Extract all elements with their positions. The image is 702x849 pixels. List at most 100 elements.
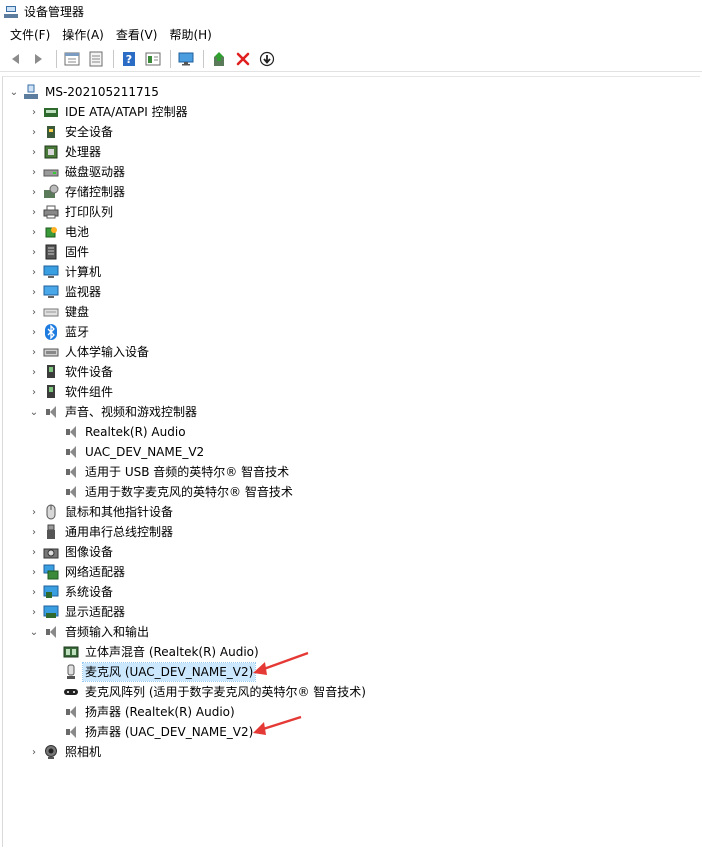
tree-category[interactable]: › 网络适配器 xyxy=(27,562,127,582)
chevron-right-icon[interactable]: › xyxy=(27,582,41,602)
tree-device-label: UAC_DEV_NAME_V2 xyxy=(85,445,205,459)
tree-category[interactable]: › IDE ATA/ATAPI 控制器 xyxy=(27,102,190,122)
properties-icon[interactable] xyxy=(61,48,83,70)
tree-category[interactable]: › 磁盘驱动器 xyxy=(27,162,127,182)
view-icon[interactable] xyxy=(142,48,164,70)
chevron-right-icon[interactable]: › xyxy=(27,502,41,522)
forward-icon[interactable] xyxy=(28,48,50,70)
tree-device[interactable]: 扬声器 (Realtek(R) Audio) xyxy=(61,702,237,722)
tree-category-label: 键盘 xyxy=(65,305,90,319)
webcam-icon xyxy=(43,744,59,760)
chevron-right-icon[interactable]: › xyxy=(27,222,41,242)
tree-category[interactable]: › 软件组件 xyxy=(27,382,115,402)
tree-category[interactable]: › 照相机 xyxy=(27,742,103,762)
arrow-speaker xyxy=(253,715,302,735)
tree-category-label: 网络适配器 xyxy=(65,565,126,579)
tree-category-label: 显示适配器 xyxy=(65,605,126,619)
chevron-right-icon[interactable]: › xyxy=(27,242,41,262)
chevron-right-icon[interactable]: › xyxy=(27,522,41,542)
tree-category[interactable]: › 固件 xyxy=(27,242,91,262)
tree-device[interactable]: 立体声混音 (Realtek(R) Audio) xyxy=(61,642,261,662)
monitor-icon[interactable] xyxy=(175,48,197,70)
help-icon[interactable]: ? xyxy=(118,48,140,70)
tree-device[interactable]: 适用于 USB 音频的英特尔® 智音技术 xyxy=(61,462,291,482)
chevron-right-icon[interactable]: › xyxy=(27,362,41,382)
keyboard-icon xyxy=(43,304,59,320)
menu-action[interactable]: 操作(A) xyxy=(56,25,110,45)
network-adapter-icon xyxy=(43,564,59,580)
tree-category[interactable]: › 处理器 xyxy=(27,142,103,162)
chevron-down-icon[interactable]: ⌄ xyxy=(7,82,21,102)
tree-device-label: 扬声器 (Realtek(R) Audio) xyxy=(85,705,235,719)
chevron-right-icon[interactable]: › xyxy=(27,202,41,222)
tree-category-label: 打印队列 xyxy=(65,205,114,219)
tree-category-label: 处理器 xyxy=(65,145,102,159)
tree-category-label: 磁盘驱动器 xyxy=(65,165,126,179)
chevron-right-icon[interactable]: › xyxy=(27,342,41,362)
menu-bar: 文件(F) 操作(A) 查看(V) 帮助(H) xyxy=(0,24,702,46)
disable-icon[interactable] xyxy=(256,48,278,70)
tree-category[interactable]: › 打印队列 xyxy=(27,202,115,222)
window-title: 设备管理器 xyxy=(24,5,85,19)
chevron-right-icon[interactable]: › xyxy=(27,282,41,302)
tree-device[interactable]: 适用于数字麦克风的英特尔® 智音技术 xyxy=(61,482,295,502)
chevron-right-icon[interactable]: › xyxy=(27,102,41,122)
chevron-down-icon[interactable]: ⌄ xyxy=(27,622,41,642)
menu-help[interactable]: 帮助(H) xyxy=(163,25,217,45)
tree-category[interactable]: › 计算机 xyxy=(27,262,103,282)
update-driver-icon[interactable] xyxy=(208,48,230,70)
speaker-icon xyxy=(63,424,79,440)
chevron-right-icon[interactable]: › xyxy=(27,382,41,402)
tree-category[interactable]: › 系统设备 xyxy=(27,582,115,602)
tree-device[interactable]: UAC_DEV_NAME_V2 xyxy=(61,442,206,462)
chevron-right-icon[interactable]: › xyxy=(27,302,41,322)
tree-category[interactable]: › 安全设备 xyxy=(27,122,115,142)
tree-category[interactable]: › 人体学输入设备 xyxy=(27,342,151,362)
tree-category-label: 存储控制器 xyxy=(65,185,126,199)
speaker-icon xyxy=(63,724,79,740)
uninstall-icon[interactable] xyxy=(232,48,254,70)
tree-category[interactable]: › 键盘 xyxy=(27,302,91,322)
tree-category[interactable]: › 存储控制器 xyxy=(27,182,127,202)
chevron-right-icon[interactable]: › xyxy=(27,262,41,282)
tree-category[interactable]: › 显示适配器 xyxy=(27,602,127,622)
chevron-right-icon[interactable]: › xyxy=(27,562,41,582)
menu-view[interactable]: 查看(V) xyxy=(110,25,164,45)
mouse-icon xyxy=(43,504,59,520)
chevron-right-icon[interactable]: › xyxy=(27,162,41,182)
tree-category-label: 固件 xyxy=(65,245,90,259)
title-bar: 设备管理器 xyxy=(0,0,702,23)
tree-category[interactable]: › 电池 xyxy=(27,222,91,242)
menu-file[interactable]: 文件(F) xyxy=(4,25,56,45)
tree-device[interactable]: 扬声器 (UAC_DEV_NAME_V2) xyxy=(61,722,255,742)
tree-category[interactable]: › 鼠标和其他指针设备 xyxy=(27,502,175,522)
chevron-right-icon[interactable]: › xyxy=(27,542,41,562)
tree-category[interactable]: ⌄ 声音、视频和游戏控制器 xyxy=(27,402,199,422)
chevron-down-icon[interactable]: ⌄ xyxy=(27,402,41,422)
chevron-right-icon[interactable]: › xyxy=(27,602,41,622)
tree-root[interactable]: ⌄ MS-202105211715 xyxy=(7,82,161,102)
speaker-icon xyxy=(63,464,79,480)
tree-device[interactable]: 麦克风 (UAC_DEV_NAME_V2) xyxy=(61,662,257,682)
tree-device-label: Realtek(R) Audio xyxy=(85,425,186,439)
processor-icon xyxy=(43,144,59,160)
tree-category-label: 鼠标和其他指针设备 xyxy=(65,505,174,519)
tree-category[interactable]: ⌄ 音频输入和输出 xyxy=(27,622,151,642)
chevron-right-icon[interactable]: › xyxy=(27,182,41,202)
tree-category[interactable]: › 通用串行总线控制器 xyxy=(27,522,175,542)
tree-device[interactable]: Realtek(R) Audio xyxy=(61,422,188,442)
chevron-right-icon[interactable]: › xyxy=(27,322,41,342)
tree-category[interactable]: › 蓝牙 xyxy=(27,322,91,342)
tree-device[interactable]: 麦克风阵列 (适用于数字麦克风的英特尔® 智音技术) xyxy=(61,682,368,702)
software-component-icon xyxy=(43,384,59,400)
chevron-right-icon[interactable]: › xyxy=(27,742,41,762)
back-icon[interactable] xyxy=(4,48,26,70)
show-hidden-icon[interactable] xyxy=(85,48,107,70)
chevron-right-icon[interactable]: › xyxy=(27,122,41,142)
display-adapter-icon xyxy=(43,604,59,620)
toolbar-separator xyxy=(113,50,114,68)
chevron-right-icon[interactable]: › xyxy=(27,142,41,162)
tree-category[interactable]: › 监视器 xyxy=(27,282,103,302)
tree-category[interactable]: › 图像设备 xyxy=(27,542,115,562)
tree-category[interactable]: › 软件设备 xyxy=(27,362,115,382)
